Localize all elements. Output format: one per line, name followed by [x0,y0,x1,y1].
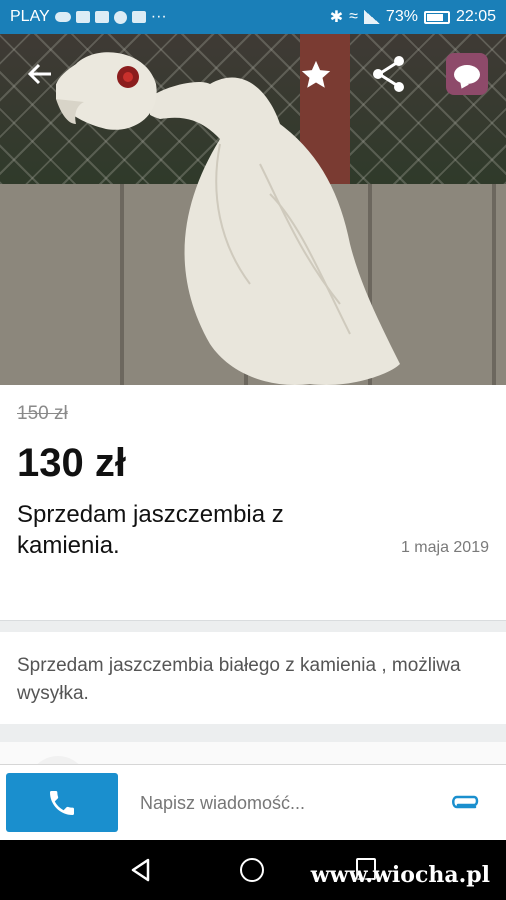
more-notifications-icon: ··· [150,8,167,25]
call-button[interactable] [6,773,118,832]
status-right: ✱ ≈ 73% 22:05 [330,7,496,27]
message-input[interactable] [140,790,430,816]
battery-icon [423,10,450,24]
stone-eagle-figure [150,77,400,385]
signal-icon [363,10,380,24]
listing-date: 1 maja 2019 [400,539,489,556]
carrier-label: PLAY [10,8,50,25]
section-divider [0,724,506,742]
paperclip-icon [452,795,479,809]
mail-icon [75,11,90,23]
nav-home-icon[interactable] [240,858,264,882]
next-section-card [0,742,506,764]
clock: 22:05 [455,8,496,25]
chat-button[interactable] [446,53,488,95]
share-button[interactable] [368,53,408,95]
facebook-icon [94,11,109,23]
bluetooth-icon: ✱ [329,9,344,26]
battery-percent: 73% [385,8,418,25]
section-divider [0,620,506,632]
old-price: 150 zł [17,403,68,424]
phone-icon [50,790,74,815]
favorite-button[interactable] [296,55,336,95]
listing-title: Sprzedam jaszczembia z kamienia. [17,501,284,559]
chat-bubble-icon [454,64,480,84]
nav-back-icon[interactable] [128,857,154,883]
price: 130 zł [17,441,126,485]
status-left: PLAY ··· [10,8,167,26]
star-icon [301,60,331,88]
back-button[interactable] [22,58,58,90]
share-icon [373,56,404,92]
arrow-left-icon [27,63,51,85]
mail-icon [131,11,146,23]
wifi-icon: ≈ [349,8,358,25]
eagle-head [56,52,157,130]
listing-photo[interactable] [0,34,506,385]
cloud-icon [54,12,71,22]
watermark: www.wiocha.pl [310,862,490,888]
listing-description: Sprzedam jaszczembia białego z kamienia … [17,655,461,704]
app-notification-icon [113,10,127,24]
status-bar: PLAY ··· ✱ ≈ 73% 22:05 [0,0,506,34]
attach-button[interactable] [450,790,484,816]
